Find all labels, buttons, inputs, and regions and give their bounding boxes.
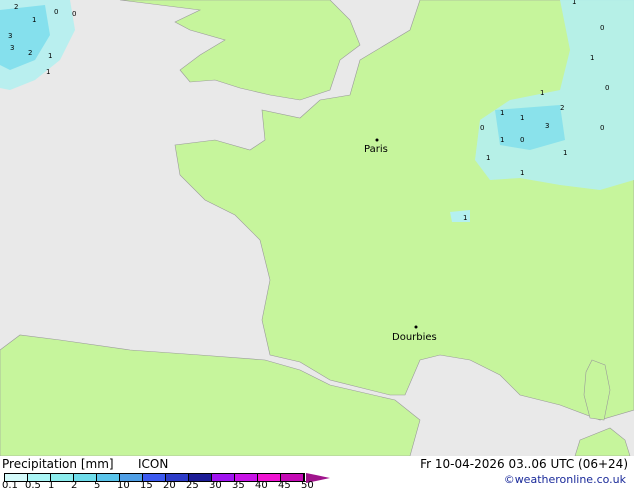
precipitation-map: Paris Dourbies 2 1 3 3 2 1 0 0 1 1 0 1 0 1 2 1 1 3 1 0 1 1 0 1 0… bbox=[0, 0, 634, 456]
precip-value: 0 bbox=[480, 124, 484, 132]
precip-value: 1 bbox=[563, 149, 567, 157]
city-marker bbox=[375, 138, 379, 142]
scale-label: 10 bbox=[117, 480, 130, 491]
precip-value: 1 bbox=[500, 136, 504, 144]
scale-label: 20 bbox=[163, 480, 176, 491]
precip-value: 2 bbox=[560, 104, 564, 112]
scale-label: 5 bbox=[94, 480, 101, 491]
precip-value: 0 bbox=[54, 8, 58, 16]
land-corsica bbox=[583, 359, 611, 421]
precip-value: 0 bbox=[600, 124, 604, 132]
city-marker bbox=[414, 325, 418, 329]
city-label-dourbies: Dourbies bbox=[392, 332, 437, 343]
precip-value: 1 bbox=[590, 54, 594, 62]
scale-label: 50 bbox=[301, 480, 314, 491]
precip-value: 1 bbox=[46, 68, 50, 76]
precip-value: 1 bbox=[520, 169, 524, 177]
precip-value: 0 bbox=[605, 84, 609, 92]
precip-value: 2 bbox=[14, 3, 18, 11]
scale-label: 30 bbox=[209, 480, 222, 491]
map-title: Precipitation [mm] bbox=[2, 457, 114, 471]
precip-value: 1 bbox=[540, 89, 544, 97]
precip-value: 1 bbox=[32, 16, 36, 24]
precip-value: 2 bbox=[28, 49, 32, 57]
scale-label: 1 bbox=[48, 480, 55, 491]
precip-value: 1 bbox=[520, 114, 524, 122]
precip-value: 0 bbox=[72, 10, 76, 18]
scale-label: 0.5 bbox=[25, 480, 41, 491]
scale-label: 0.1 bbox=[2, 480, 18, 491]
precip-value: 3 bbox=[8, 32, 12, 40]
legend-footer: Precipitation [mm] ICON Fr 10-04-2026 03… bbox=[0, 456, 634, 491]
city-label-paris: Paris bbox=[364, 144, 388, 155]
precip-value: 1 bbox=[500, 109, 504, 117]
model-name: ICON bbox=[138, 457, 169, 471]
precip-value: 3 bbox=[545, 122, 549, 130]
scale-label: 45 bbox=[278, 480, 291, 491]
precip-value: 1 bbox=[572, 0, 576, 6]
scale-label: 40 bbox=[255, 480, 268, 491]
precip-value: 0 bbox=[600, 24, 604, 32]
scale-label: 2 bbox=[71, 480, 78, 491]
copyright-link[interactable]: ©weatheronline.co.uk bbox=[504, 473, 626, 486]
scale-label: 25 bbox=[186, 480, 199, 491]
scale-label: 35 bbox=[232, 480, 245, 491]
precip-value: 0 bbox=[520, 136, 524, 144]
precip-value: 1 bbox=[48, 52, 52, 60]
valid-datetime: Fr 10-04-2026 03..06 UTC (06+24) bbox=[420, 457, 628, 471]
precip-value: 3 bbox=[10, 44, 14, 52]
scale-label: 15 bbox=[140, 480, 153, 491]
precip-value: 1 bbox=[486, 154, 490, 162]
precip-value: 1 bbox=[463, 214, 467, 222]
